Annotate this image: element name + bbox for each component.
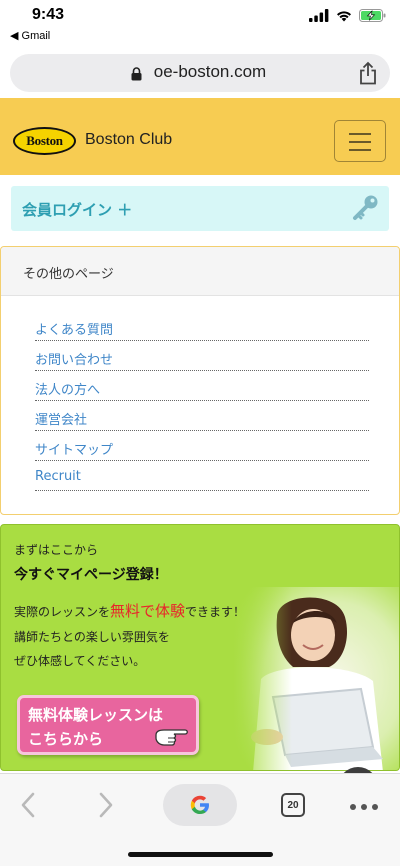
promo-button-line-1: 無料体験レッスンは	[28, 706, 164, 724]
more-options-icon[interactable]	[350, 804, 378, 810]
link-contact[interactable]: お問い合わせ	[35, 341, 369, 371]
promo-line-2: 講師たちとの楽しい雰囲気を	[14, 630, 170, 644]
brand-name[interactable]: Boston Club	[85, 131, 172, 149]
dot-icon	[361, 804, 367, 810]
hamburger-menu-button[interactable]	[334, 120, 386, 162]
forward-arrow-icon[interactable]	[96, 791, 116, 819]
cellular-signal-icon	[309, 9, 329, 22]
pointing-hand-icon	[155, 729, 188, 746]
share-icon[interactable]	[358, 61, 378, 85]
link-recruit[interactable]: Recruit	[35, 461, 369, 491]
google-search-button[interactable]	[163, 784, 237, 826]
other-pages-panel: その他のページ よくある質問 お問い合わせ 法人の方へ 運営会社 サイトマップ …	[0, 246, 400, 515]
boston-logo[interactable]: Boston	[13, 127, 76, 155]
link-faq[interactable]: よくある質問	[35, 311, 369, 341]
free-trial-lesson-button[interactable]: 無料体験レッスンは こちらから	[17, 695, 199, 755]
menu-line-icon	[349, 141, 371, 143]
free-trial-banner[interactable]: まずはここから 今すぐマイページ登録！ 実際のレッスンを無料で体験できます！ 講…	[0, 524, 400, 771]
promo-line-1-pre: 実際のレッスンを	[14, 605, 111, 619]
status-bar: 9:43 ◀ Gmail	[0, 0, 400, 46]
link-label: 運営会社	[35, 413, 88, 428]
dot-icon	[350, 804, 356, 810]
link-label: Recruit	[35, 469, 81, 484]
promo-line-1: 実際のレッスンを無料で体験できます！	[14, 600, 245, 621]
student-with-laptop-photo	[233, 587, 399, 770]
status-indicators	[309, 9, 386, 22]
dot-icon	[372, 804, 378, 810]
status-time: 9:43	[32, 6, 65, 23]
tab-switcher-button[interactable]: 20	[281, 793, 305, 817]
promo-line-3: ぜひ体感してください。	[14, 654, 146, 668]
other-pages-header: その他のページ	[1, 247, 399, 296]
other-pages-title: その他のページ	[23, 267, 114, 282]
member-login-label: 会員ログイン ＋	[22, 201, 133, 219]
promo-subtitle: まずはここから	[14, 543, 99, 557]
link-label: 法人の方へ	[35, 383, 101, 398]
promo-headline: 今すぐマイページ登録！	[14, 567, 168, 583]
promo-highlight: 無料で体験	[110, 602, 186, 620]
promo-line-1-post: できます！	[185, 605, 246, 619]
google-g-icon	[190, 795, 209, 814]
promo-button-line-2: こちらから	[28, 730, 104, 748]
member-login-button[interactable]: 会員ログイン ＋	[11, 186, 389, 231]
wifi-icon	[337, 11, 351, 22]
url-text: oe-boston.com	[10, 62, 390, 82]
link-label: お問い合わせ	[35, 353, 114, 368]
back-to-gmail-link[interactable]: ◀ Gmail	[10, 29, 50, 42]
address-bar[interactable]: oe-boston.com	[10, 54, 390, 92]
link-label: サイトマップ	[35, 443, 114, 458]
menu-line-icon	[349, 133, 371, 135]
battery-charging-icon	[359, 9, 386, 22]
menu-line-icon	[349, 149, 371, 151]
back-arrow-icon[interactable]	[18, 791, 38, 819]
home-indicator	[128, 852, 273, 857]
key-icon	[353, 195, 378, 220]
link-label: よくある質問	[35, 323, 114, 338]
url-value: oe-boston.com	[153, 62, 267, 81]
link-company[interactable]: 運営会社	[35, 401, 369, 431]
link-sitemap[interactable]: サイトマップ	[35, 431, 369, 461]
link-corporate[interactable]: 法人の方へ	[35, 371, 369, 401]
